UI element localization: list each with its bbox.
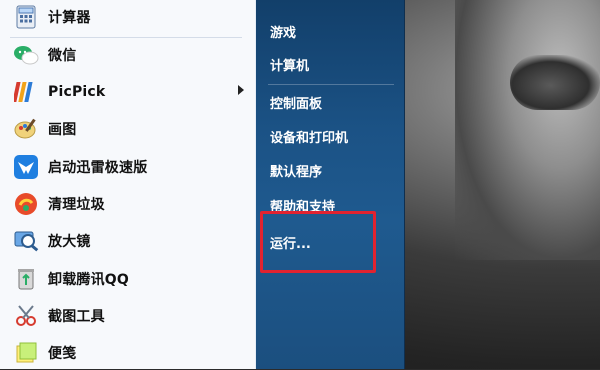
program-label: 放大镜 xyxy=(48,234,91,250)
program-item-sticky-notes[interactable]: 便笺 xyxy=(6,336,250,370)
program-label: 计算器 xyxy=(48,10,91,26)
program-label: 启动迅雷极速版 xyxy=(48,160,148,176)
program-label: 截图工具 xyxy=(48,309,105,325)
wechat-icon xyxy=(12,41,40,69)
run-highlight-box xyxy=(260,211,376,273)
program-item-wechat[interactable]: 微信 xyxy=(6,38,250,72)
scissors-icon xyxy=(12,302,40,330)
recycle-uninstall-icon xyxy=(12,265,40,293)
program-label: 卸载腾讯QQ xyxy=(48,272,130,288)
right-item-default-programs[interactable]: 默认程序 xyxy=(270,158,395,182)
program-item-cleanup[interactable]: 清理垃圾 xyxy=(6,187,250,221)
calculator-icon xyxy=(12,3,40,31)
program-item-magnifier[interactable]: 放大镜 xyxy=(6,224,250,258)
submenu-arrow-icon[interactable] xyxy=(238,85,244,95)
start-menu: 计算器 微信 PicPick 画图 启动迅雷极速版 清理垃圾 放大镜 卸载腾讯Q… xyxy=(0,0,405,369)
right-item-label: 默认程序 xyxy=(270,164,323,180)
sticky-notes-icon xyxy=(12,339,40,367)
lips-shadow xyxy=(510,55,600,110)
program-label: 便笺 xyxy=(48,346,77,362)
program-item-calculator[interactable]: 计算器 xyxy=(6,0,250,34)
thunder-icon xyxy=(12,153,40,181)
right-item-control-panel[interactable]: 控制面板 xyxy=(270,90,395,114)
program-item-thunder[interactable]: 启动迅雷极速版 xyxy=(6,150,250,184)
right-item-label: 控制面板 xyxy=(270,96,323,112)
right-item-devices-printers[interactable]: 设备和打印机 xyxy=(270,124,395,148)
program-item-uninstall-qq[interactable]: 卸载腾讯QQ xyxy=(6,262,250,296)
paint-icon xyxy=(12,115,40,143)
cleanup-icon xyxy=(12,190,40,218)
program-item-paint[interactable]: 画图 xyxy=(6,112,250,146)
face-image xyxy=(455,0,600,260)
right-item-label: 设备和打印机 xyxy=(270,130,349,146)
program-label: 清理垃圾 xyxy=(48,197,105,213)
program-label: 画图 xyxy=(48,122,77,138)
right-item-label: 计算机 xyxy=(270,58,310,74)
program-label: PicPick xyxy=(48,84,106,100)
picpick-icon xyxy=(12,78,40,106)
magnifier-icon xyxy=(12,227,40,255)
start-menu-system-pane: 游戏 计算机 控制面板 设备和打印机 默认程序 帮助和支持 运行... xyxy=(256,0,405,369)
program-label: 微信 xyxy=(48,48,77,64)
program-item-picpick[interactable]: PicPick xyxy=(6,75,250,109)
right-item-computer[interactable]: 计算机 xyxy=(270,52,395,76)
right-item-games[interactable]: 游戏 xyxy=(270,19,395,43)
program-item-snipping-tool[interactable]: 截图工具 xyxy=(6,299,250,333)
start-menu-programs-pane: 计算器 微信 PicPick 画图 启动迅雷极速版 清理垃圾 放大镜 卸载腾讯Q… xyxy=(0,0,257,369)
right-item-label: 游戏 xyxy=(270,25,297,41)
separator xyxy=(268,84,394,85)
